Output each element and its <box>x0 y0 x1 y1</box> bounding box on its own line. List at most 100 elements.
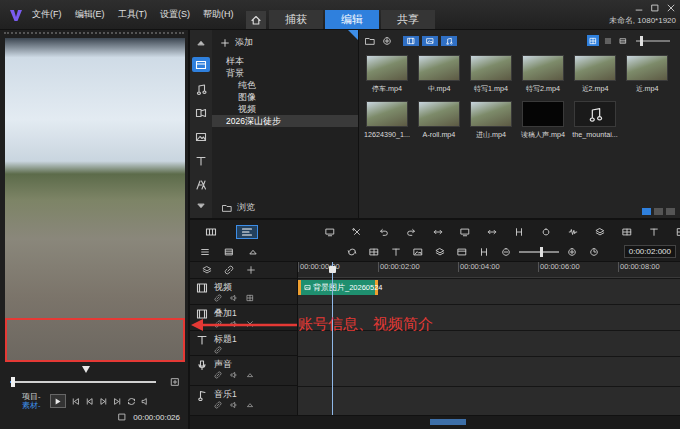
view-button[interactable] <box>602 35 614 46</box>
undo-icon[interactable] <box>379 227 389 237</box>
clock-icon[interactable] <box>589 247 599 257</box>
minimize-icon[interactable] <box>634 3 644 13</box>
list-icon[interactable] <box>200 247 210 257</box>
category-button[interactable] <box>192 57 210 72</box>
up-icon[interactable] <box>246 401 254 409</box>
scissors-icon[interactable] <box>352 227 362 237</box>
playhead[interactable] <box>332 262 333 415</box>
menu-item[interactable]: 文件(F) <box>32 8 62 21</box>
category-button[interactable] <box>192 129 210 144</box>
scroll-down-icon[interactable] <box>196 201 206 211</box>
folder-item[interactable]: 纯色 <box>212 79 358 91</box>
add-media-icon[interactable] <box>382 36 392 46</box>
time-ruler[interactable]: 00:00:00:0000:00:02:0000:00:04:0000:00:0… <box>298 262 680 278</box>
panel-option-icon[interactable] <box>654 208 663 215</box>
media-item[interactable]: 进山.mp4 <box>465 101 517 140</box>
folder-item[interactable]: 2026深山徒步 <box>212 115 358 127</box>
link-icon[interactable] <box>214 401 222 409</box>
media-item[interactable]: 特写2.mp4 <box>517 55 569 94</box>
media-item[interactable]: 中.mp4 <box>413 55 465 94</box>
trim-icon[interactable] <box>514 227 524 237</box>
image-icon[interactable] <box>413 247 423 257</box>
next-icon[interactable] <box>99 397 108 406</box>
panel-icon[interactable] <box>369 247 379 257</box>
up-icon[interactable] <box>248 247 258 257</box>
workspace-tab[interactable]: 编辑 <box>325 10 379 29</box>
scroll-thumb[interactable] <box>430 419 466 425</box>
last-icon[interactable] <box>113 397 122 406</box>
clip-icon[interactable] <box>117 412 127 422</box>
media-item[interactable]: 停车.mp4 <box>361 55 413 94</box>
first-icon[interactable] <box>71 397 80 406</box>
media-item[interactable]: 读稿人声.mp4 <box>517 101 569 140</box>
media-item[interactable]: the_mountai... <box>569 101 621 140</box>
timeline-clip[interactable]: 背景图片_20260524 <box>298 280 378 295</box>
slider-knob[interactable] <box>540 247 543 257</box>
media-item[interactable]: 特写1.mp4 <box>465 55 517 94</box>
play-button[interactable] <box>50 394 66 408</box>
menu-item[interactable]: 帮助(H) <box>203 8 234 21</box>
redo-icon[interactable] <box>406 227 416 237</box>
preview-timecode[interactable]: 00:00:00:026 <box>133 413 180 422</box>
folder-item[interactable]: 背景 <box>212 67 358 79</box>
track-header[interactable]: 音乐1 <box>190 385 297 415</box>
wave-icon[interactable] <box>568 227 578 237</box>
panel-icon[interactable] <box>622 227 632 237</box>
speaker-icon[interactable] <box>230 371 238 379</box>
category-button[interactable] <box>192 105 210 120</box>
media-icon[interactable] <box>457 247 467 257</box>
grid-icon[interactable] <box>676 227 680 237</box>
jog-bar[interactable] <box>10 365 178 375</box>
link-icon[interactable] <box>214 371 222 379</box>
loop-icon[interactable] <box>347 247 357 257</box>
layers-icon[interactable] <box>202 265 212 275</box>
layers-icon[interactable] <box>435 247 445 257</box>
close-icon[interactable] <box>666 3 676 13</box>
category-button[interactable] <box>192 81 210 96</box>
zoom-out-icon[interactable] <box>501 247 511 257</box>
view-button[interactable] <box>617 35 629 46</box>
play-mode-option[interactable]: 素材- <box>22 401 41 410</box>
panel-option-icon[interactable] <box>666 208 675 215</box>
sort-icon[interactable] <box>642 208 651 215</box>
playhead-handle[interactable] <box>329 266 336 273</box>
view-mode-button[interactable] <box>200 225 222 239</box>
fit-icon[interactable] <box>487 227 497 237</box>
browse-button[interactable]: 浏览 <box>212 198 358 218</box>
category-button[interactable] <box>192 177 210 192</box>
folder-item[interactable]: 图像 <box>212 91 358 103</box>
screen-icon[interactable] <box>325 227 335 237</box>
record-icon[interactable] <box>541 227 551 237</box>
import-folder-icon[interactable] <box>365 36 375 46</box>
timeline-scrollbar[interactable] <box>190 415 680 429</box>
media-item[interactable]: 近2.mp4 <box>569 55 621 94</box>
trim-icon[interactable] <box>479 247 489 257</box>
link-icon[interactable] <box>214 294 222 302</box>
workspace-tab[interactable]: 捕获 <box>269 10 323 29</box>
media-item[interactable]: A-roll.mp4 <box>413 101 465 140</box>
add-folder-button[interactable]: 添加 <box>212 30 358 55</box>
category-button[interactable] <box>192 153 210 168</box>
track-header[interactable]: 视频 <box>190 278 297 304</box>
layers-icon[interactable] <box>595 227 605 237</box>
speaker-icon[interactable] <box>230 401 238 409</box>
project-duration[interactable]: 0:00:02:000 <box>624 245 676 258</box>
prev-icon[interactable] <box>85 397 94 406</box>
speaker-icon[interactable] <box>230 294 238 302</box>
scrub-handle[interactable] <box>11 377 15 387</box>
folder-item[interactable]: 样本 <box>212 55 358 67</box>
zoom-in-icon[interactable] <box>567 247 577 257</box>
link-icon[interactable] <box>214 346 222 354</box>
grid-icon[interactable] <box>246 294 254 302</box>
track-header[interactable]: 标题1 <box>190 330 297 356</box>
filter-button[interactable] <box>422 36 438 46</box>
enlarge-icon[interactable] <box>170 377 180 387</box>
media-item[interactable]: 12624390_1... <box>361 101 413 140</box>
fit-icon[interactable] <box>433 227 443 237</box>
title-icon[interactable] <box>391 247 401 257</box>
volume-icon[interactable] <box>141 397 150 406</box>
menu-item[interactable]: 工具(T) <box>118 8 148 21</box>
plus-icon[interactable] <box>246 265 256 275</box>
media-item[interactable]: 近.mp4 <box>621 55 673 94</box>
view-button[interactable] <box>587 35 599 46</box>
